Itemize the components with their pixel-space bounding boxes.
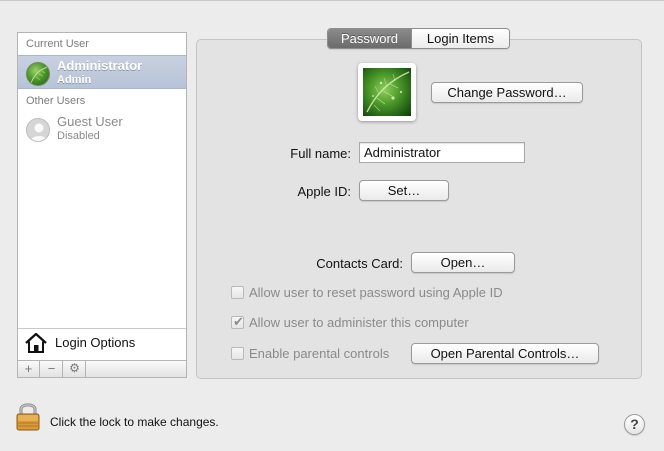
reset-password-checkbox[interactable] — [231, 286, 244, 299]
change-password-button[interactable]: Change Password… — [431, 82, 583, 103]
tab-bar: Password Login Items — [327, 28, 510, 49]
users-sidebar: Current User Administrator Admin Other U… — [17, 32, 187, 378]
guest-silhouette-icon — [26, 118, 50, 142]
user-row-guest[interactable]: Guest User Disabled — [18, 112, 186, 146]
remove-user-button[interactable]: − — [41, 361, 63, 377]
login-options-label: Login Options — [55, 335, 136, 350]
other-users-header: Other Users — [26, 95, 86, 107]
house-icon — [25, 332, 47, 353]
user-role: Admin — [57, 74, 92, 86]
user-name: Guest User — [57, 114, 123, 129]
sidebar-toolbar: + − ⚙ — [18, 360, 186, 377]
gear-icon[interactable]: ⚙ — [64, 361, 86, 377]
contacts-card-label: Contacts Card: — [316, 256, 403, 271]
leaf-avatar-icon — [26, 62, 50, 86]
administer-computer-label: Allow user to administer this computer — [249, 315, 469, 330]
open-parental-controls-button[interactable]: Open Parental Controls… — [411, 343, 599, 364]
tab-login-items[interactable]: Login Items — [411, 29, 509, 48]
administer-computer-checkbox[interactable]: ✔ — [231, 314, 244, 329]
parental-controls-checkbox[interactable] — [231, 347, 244, 360]
user-name: Administrator — [57, 58, 143, 73]
help-icon[interactable]: ? — [624, 414, 645, 435]
add-user-button[interactable]: + — [18, 361, 40, 377]
full-name-field[interactable]: Administrator — [359, 142, 525, 163]
open-contacts-card-button[interactable]: Open… — [411, 252, 515, 273]
parental-controls-label: Enable parental controls — [249, 346, 390, 361]
lock-label: Click the lock to make changes. — [50, 415, 219, 429]
user-row-administrator[interactable]: Administrator Admin — [18, 55, 186, 89]
login-options-item[interactable]: Login Options — [18, 328, 186, 356]
checkmark-icon: ✔ — [233, 314, 244, 329]
user-picture-well[interactable] — [358, 63, 416, 121]
full-name-label: Full name: — [290, 146, 351, 161]
reset-password-label: Allow user to reset password using Apple… — [249, 285, 503, 300]
window-top-border — [0, 0, 664, 1]
apple-id-label: Apple ID: — [297, 184, 351, 199]
user-role: Disabled — [57, 130, 100, 142]
leaf-picture-icon — [363, 68, 411, 116]
tab-password[interactable]: Password — [328, 29, 411, 48]
lock-icon[interactable] — [15, 400, 41, 432]
current-user-header: Current User — [26, 38, 89, 50]
set-apple-id-button[interactable]: Set… — [359, 180, 449, 201]
